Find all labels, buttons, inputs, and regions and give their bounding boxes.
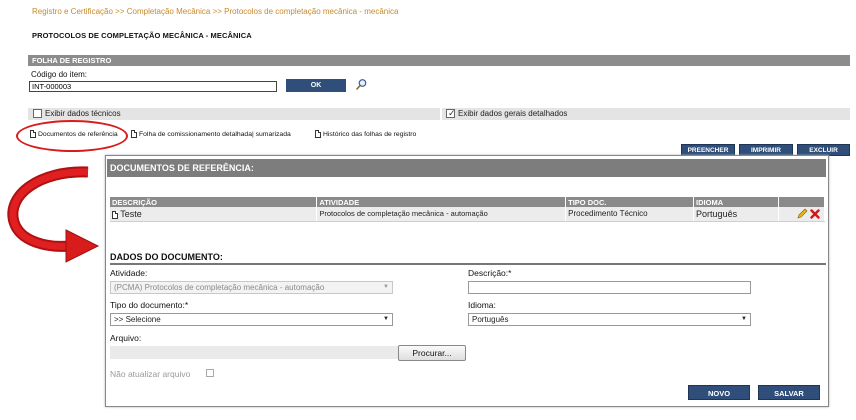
idioma-select[interactable]: Português ▼ [468,313,751,326]
nao-atualizar-arquivo-label: Não atualizar arquivo [110,369,191,379]
atividade-label: Atividade: [110,268,148,278]
table-header-row: DESCRIÇÃO ATIVIDADE TIPO DOC. IDIOMA [110,197,825,207]
tab-historico-folhas-label: Histórico das folhas de registro [323,130,417,138]
descricao-input[interactable] [468,281,751,294]
tipo-documento-select[interactable]: >> Selecione ▼ [110,313,393,326]
tipo-documento-select-value: >> Selecione [114,315,161,324]
breadcrumb-separator: >> [115,7,125,16]
codigo-item-label: Código do item: [31,70,88,79]
check-icon: ✓ [448,108,456,118]
breadcrumb-item-protocolos[interactable]: Protocolos de completação mecânica - mec… [224,7,398,16]
highlight-ellipse [16,120,128,152]
breadcrumb-separator: >> [212,7,222,16]
search-icon[interactable] [355,78,368,91]
tipo-documento-label: Tipo do documento:* [110,300,189,310]
ok-button[interactable]: OK [286,79,346,92]
cell-tipo: Procedimento Técnico [565,207,695,222]
exibir-dados-gerais-row: ✓ Exibir dados gerais detalhados [442,108,850,120]
column-header-descricao: DESCRIÇÃO [110,197,318,207]
dados-documento-title: DADOS DO DOCUMENTO: [110,252,223,262]
column-header-actions [778,197,825,207]
breadcrumb-item-completacao[interactable]: Completação Mecânica [127,7,211,16]
arquivo-label: Arquivo: [110,333,142,343]
arquivo-input[interactable] [110,346,398,359]
chevron-down-icon: ▼ [741,316,747,322]
tab-folha-comissionamento[interactable]: Folha de comissionamento detalhada| suma… [131,130,291,138]
tab-folha-comissionamento-label: Folha de comissionamento detalhada| suma… [139,130,291,138]
atividade-select-value: (PCMA) Protocolos de completação mecânic… [114,283,325,292]
documents-table: DESCRIÇÃO ATIVIDADE TIPO DOC. IDIOMA Tes… [110,197,825,222]
breadcrumb-item-registro[interactable]: Registro e Certificação [32,7,113,16]
procurar-button[interactable]: Procurar... [398,345,466,361]
idioma-select-value: Português [472,315,509,324]
exibir-dados-tecnicos-checkbox[interactable] [33,109,42,118]
exibir-dados-gerais-label: Exibir dados gerais detalhados [458,109,568,118]
cell-actions [778,207,825,222]
cell-atividade: Protocolos de completação mecânica - aut… [316,207,567,222]
delete-icon[interactable] [810,209,820,219]
novo-button[interactable]: NOVO [688,385,750,400]
idioma-label: Idioma: [468,300,496,310]
exibir-dados-gerais-checkbox[interactable]: ✓ [446,108,456,118]
page-title: PROTOCOLOS DE COMPLETAÇÃO MECÂNICA - MEC… [32,31,252,40]
document-icon [315,130,321,138]
document-icon [131,130,137,138]
table-row[interactable]: Teste Protocolos de completação mecânica… [110,207,825,222]
descricao-label: Descrição:* [468,268,512,278]
cell-descricao-text: Teste [120,208,142,219]
column-header-tipo-doc: TIPO DOC. [565,197,695,207]
folha-registro-header: FOLHA DE REGISTRO [28,55,850,66]
exibir-dados-tecnicos-row: Exibir dados técnicos [28,108,440,120]
panel-title: DOCUMENTOS DE REFERÊNCIA: [107,159,826,177]
codigo-item-input[interactable] [29,81,277,92]
cell-descricao: Teste [110,207,318,222]
divider [110,263,826,265]
tab-historico-folhas[interactable]: Histórico das folhas de registro [315,130,416,138]
atividade-select: (PCMA) Protocolos de completação mecânic… [110,281,393,294]
column-header-idioma: IDIOMA [693,197,779,207]
breadcrumb: Registro e Certificação >> Completação M… [32,7,398,16]
column-header-atividade: ATIVIDADE [316,197,567,207]
exibir-dados-tecnicos-label: Exibir dados técnicos [45,109,121,118]
chevron-down-icon: ▼ [383,316,389,322]
cell-idioma: Português [693,207,779,222]
red-arrow-icon [7,166,100,263]
edit-icon[interactable] [797,208,808,219]
nao-atualizar-arquivo-checkbox[interactable] [206,369,214,377]
chevron-down-icon: ▼ [383,284,389,290]
salvar-button[interactable]: SALVAR [758,385,820,400]
document-icon [112,210,118,219]
